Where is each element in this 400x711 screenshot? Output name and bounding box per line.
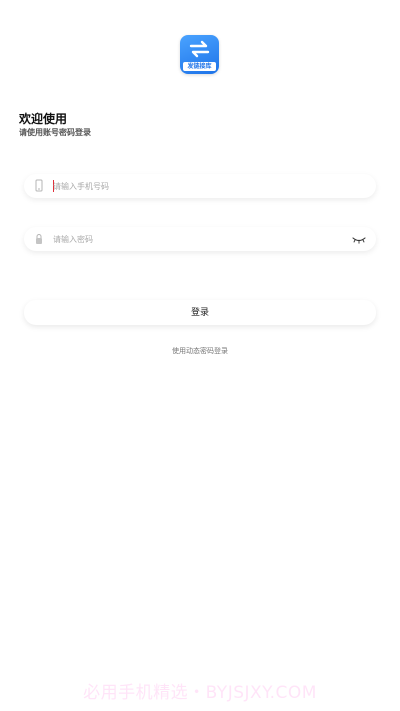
page-subtitle: 请使用账号密码登录 [19,128,91,137]
lock-icon [36,234,42,244]
password-input[interactable] [53,227,343,251]
eye-closed-icon[interactable] [352,233,366,245]
phone-icon [35,179,43,192]
login-button[interactable]: 登录 [24,300,376,325]
phone-input[interactable] [53,174,343,198]
password-field[interactable] [24,227,376,251]
dynamic-password-login-link[interactable]: 使用动态密码登录 [0,346,400,356]
swap-arrows-icon [189,40,210,58]
app-logo-text: 发链接库 [183,62,216,71]
watermark-text: 必用手机精选・BYJSJXY.COM [83,683,317,703]
app-logo: 发链接库 [180,35,219,74]
page-title: 欢迎使用 [19,112,68,126]
phone-field[interactable] [24,174,376,198]
